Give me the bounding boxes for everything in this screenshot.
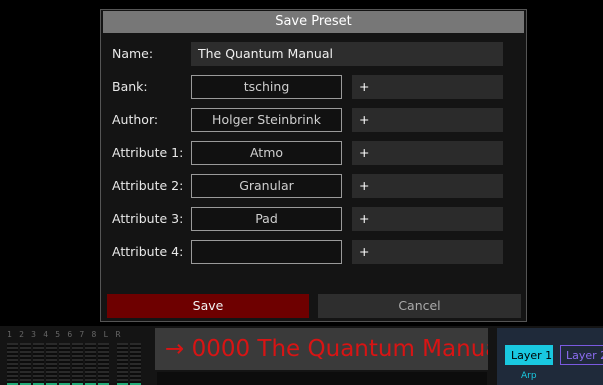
save-button[interactable]: Save <box>107 294 309 318</box>
meter-l <box>117 343 128 385</box>
meter-label-5: 5 <box>55 330 62 339</box>
meter-label-l: L <box>103 330 110 339</box>
meter-3 <box>33 343 44 385</box>
meter-label-r: R <box>115 330 122 339</box>
bank-add-button[interactable]: + <box>352 75 503 99</box>
arp-label: Arp <box>521 371 537 381</box>
meter-8 <box>98 343 109 385</box>
attribute-3-label: Attribute 3: <box>112 211 184 226</box>
meter-4 <box>46 343 57 385</box>
author-field[interactable]: Holger Steinbrink <box>191 108 342 132</box>
meter-2 <box>20 343 31 385</box>
attribute-2-add-button[interactable]: + <box>352 174 503 198</box>
meter-labels: 1 2 3 4 5 6 7 8 L R <box>7 330 122 339</box>
dialog-title: Save Preset <box>103 11 524 33</box>
name-field[interactable]: The Quantum Manual <box>191 42 503 66</box>
save-preset-dialog: Save Preset Name: The Quantum Manual Ban… <box>100 9 527 322</box>
author-add-button[interactable]: + <box>352 108 503 132</box>
layer-1-button[interactable]: Layer 1 <box>505 345 553 365</box>
meter-label-2: 2 <box>19 330 26 339</box>
meter-label-7: 7 <box>79 330 86 339</box>
meter-r <box>130 343 141 385</box>
meter-5 <box>59 343 70 385</box>
preset-name-display[interactable]: → 0000 The Quantum Manual <box>155 328 488 370</box>
layer-2-button[interactable]: Layer 2 <box>560 345 603 365</box>
attribute-4-label: Attribute 4: <box>112 244 184 259</box>
meter-label-8: 8 <box>91 330 98 339</box>
layer-panel: Layer 1 Layer 2 Arp <box>497 328 603 385</box>
meter-label-3: 3 <box>31 330 38 339</box>
attribute-3-add-button[interactable]: + <box>352 207 503 231</box>
level-meters: 1 2 3 4 5 6 7 8 L R <box>7 330 144 385</box>
status-strip <box>157 372 487 385</box>
attribute-1-label: Attribute 1: <box>112 145 184 160</box>
attribute-4-field[interactable] <box>191 240 342 264</box>
attribute-4-add-button[interactable]: + <box>352 240 503 264</box>
meter-label-4: 4 <box>43 330 50 339</box>
attribute-1-add-button[interactable]: + <box>352 141 503 165</box>
attribute-1-field[interactable]: Atmo <box>191 141 342 165</box>
attribute-2-label: Attribute 2: <box>112 178 184 193</box>
meter-label-6: 6 <box>67 330 74 339</box>
author-label: Author: <box>112 112 159 127</box>
bank-label: Bank: <box>112 79 148 94</box>
attribute-2-field[interactable]: Granular <box>191 174 342 198</box>
name-label: Name: <box>112 46 154 61</box>
cancel-button[interactable]: Cancel <box>318 294 521 318</box>
preset-name-text: → 0000 The Quantum Manual <box>165 336 488 362</box>
meter-7 <box>85 343 96 385</box>
meter-label-1: 1 <box>7 330 14 339</box>
attribute-3-field[interactable]: Pad <box>191 207 342 231</box>
meter-6 <box>72 343 83 385</box>
meter-1 <box>7 343 18 385</box>
bank-field[interactable]: tsching <box>191 75 342 99</box>
